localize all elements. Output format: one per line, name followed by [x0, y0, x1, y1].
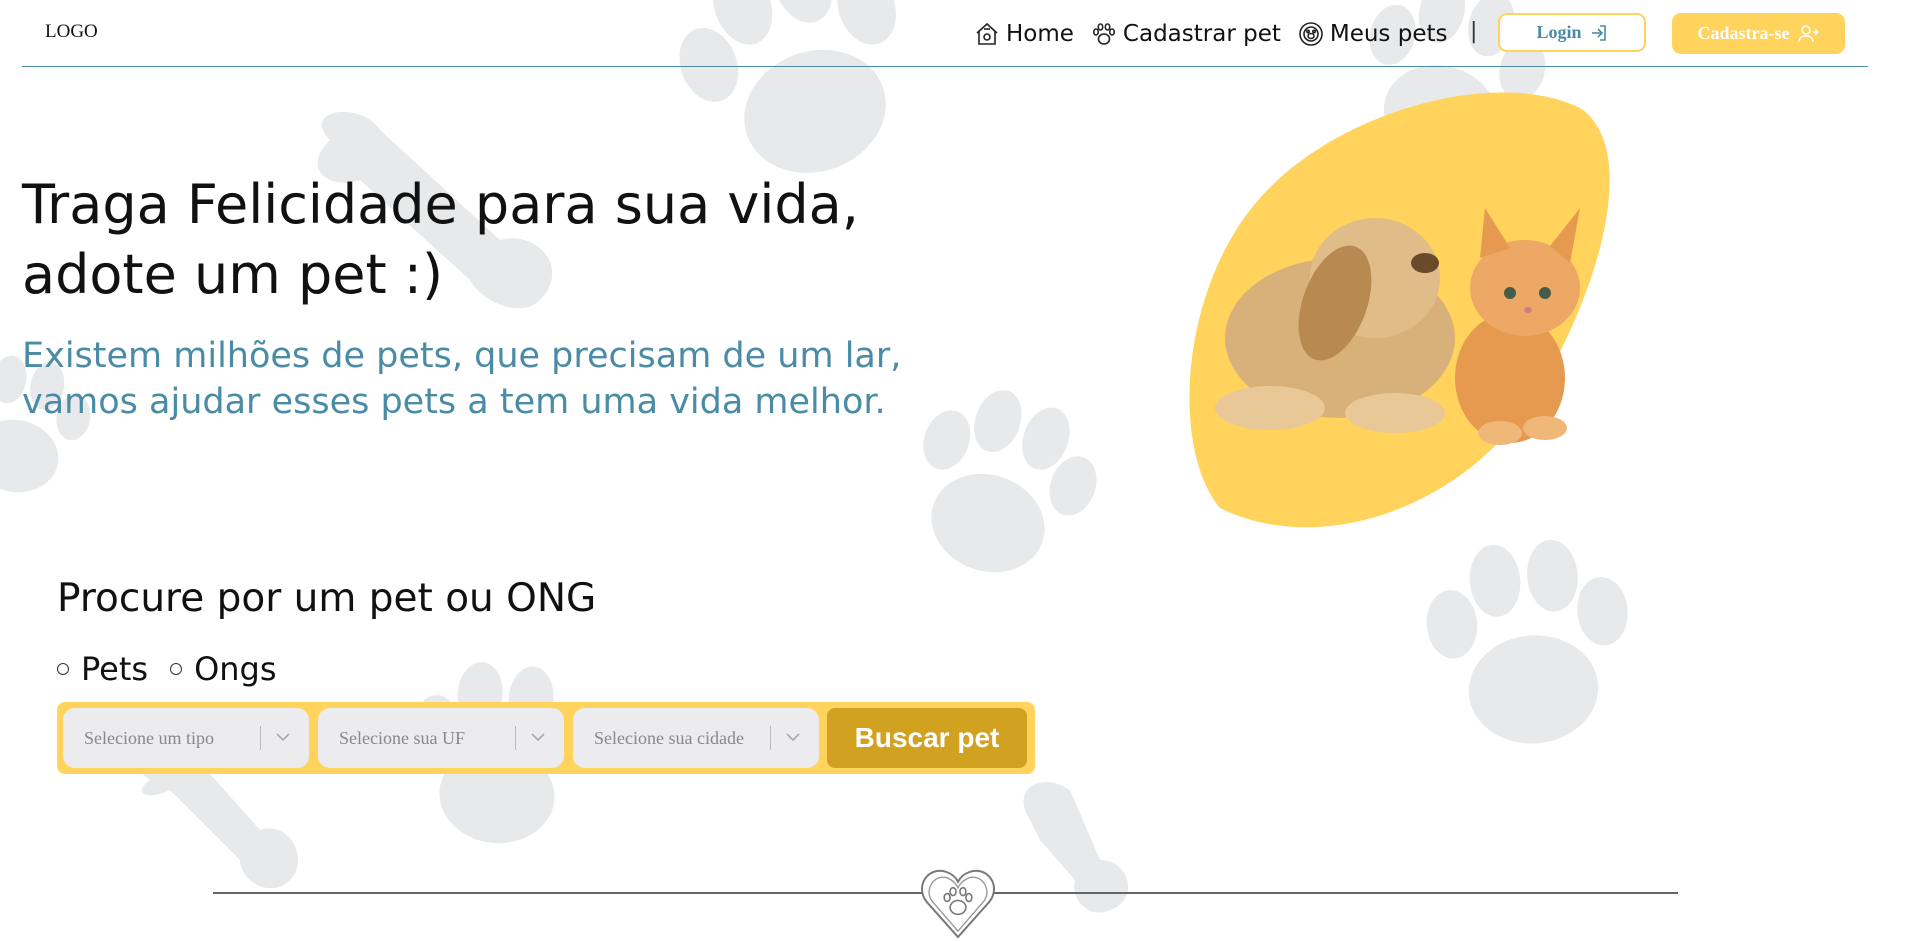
- nav-meus-pets[interactable]: Meus pets: [1298, 21, 1448, 47]
- nav-cadastrar-pet-label: Cadastrar pet: [1122, 21, 1281, 47]
- select-uf-placeholder: Selecione sua UF: [339, 727, 465, 748]
- main-nav: Home Cadastrar pet Meus pets: [974, 16, 1464, 52]
- signup-button-label: Cadastra-se: [1697, 23, 1790, 43]
- nav-separator: |: [1470, 19, 1478, 44]
- select-cidade-placeholder: Selecione sua cidade: [594, 727, 744, 748]
- login-arrow-icon: [1591, 24, 1606, 41]
- select-divider: [515, 726, 516, 750]
- hero-dog-and-cat-illustration: [1189, 92, 1610, 528]
- select-cidade[interactable]: Selecione sua cidade: [573, 708, 819, 768]
- chevron-down-icon: [276, 733, 290, 742]
- nav-home[interactable]: Home: [974, 21, 1074, 47]
- radio-ongs-label: Ongs: [194, 650, 277, 688]
- radio-pets-label: Pets: [81, 650, 149, 688]
- select-uf[interactable]: Selecione sua UF: [318, 708, 564, 768]
- signup-button[interactable]: Cadastra-se: [1672, 13, 1845, 54]
- select-divider: [260, 726, 261, 750]
- heart-paw-icon: [921, 869, 995, 939]
- paw-icon: [1092, 23, 1115, 45]
- select-tipo-placeholder: Selecione um tipo: [84, 727, 214, 748]
- hero-subtitle: Existem milhões de pets, que precisam de…: [22, 336, 902, 422]
- site-header: LOGO Home Cadastrar pet Meus pets | Logi…: [22, 0, 1868, 67]
- chevron-down-icon: [786, 733, 800, 742]
- radio-ongs[interactable]: Ongs: [170, 650, 277, 688]
- radio-ongs-circle[interactable]: [170, 663, 183, 675]
- pet-badge-icon: [1299, 22, 1323, 46]
- user-plus-icon: [1797, 24, 1819, 42]
- radio-pets[interactable]: Pets: [57, 650, 148, 688]
- chevron-down-icon: [531, 733, 545, 742]
- logo[interactable]: LOGO: [45, 21, 98, 43]
- search-section-title: Procure por um pet ou ONG: [57, 576, 597, 621]
- search-type-radio-group: Pets Ongs: [57, 650, 299, 688]
- house-icon: [976, 22, 998, 45]
- radio-pets-circle[interactable]: [57, 663, 69, 675]
- search-pet-button[interactable]: Buscar pet: [827, 708, 1027, 768]
- login-button-label: Login: [1536, 22, 1582, 42]
- select-divider: [770, 726, 771, 750]
- login-button[interactable]: Login: [1498, 13, 1646, 52]
- nav-home-label: Home: [1006, 21, 1074, 47]
- select-tipo[interactable]: Selecione um tipo: [63, 708, 309, 768]
- search-bar: Selecione um tipo Selecione sua UF Selec…: [57, 702, 1035, 774]
- nav-meus-pets-label: Meus pets: [1329, 21, 1448, 47]
- hero-title: Traga Felicidade para sua vida, adote um…: [22, 173, 859, 306]
- nav-cadastrar-pet[interactable]: Cadastrar pet: [1091, 21, 1281, 47]
